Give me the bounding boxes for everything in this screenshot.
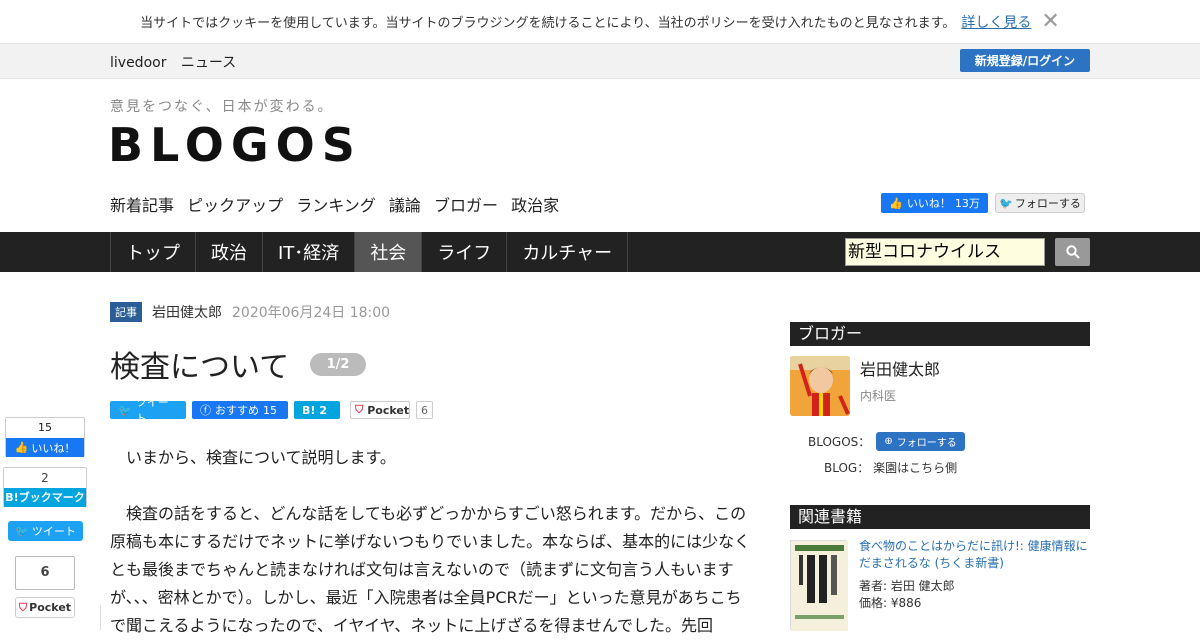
nav-tab-it-economy[interactable]: IT･経済 xyxy=(262,232,354,272)
search-button[interactable] xyxy=(1055,238,1090,266)
thumbs-up-icon: 👍 xyxy=(889,196,903,210)
floating-pocket-count: 6 xyxy=(15,556,75,590)
blogger-job: 内科医 xyxy=(860,389,897,403)
book-cover-image[interactable] xyxy=(790,540,848,631)
twitter-follow-button[interactable]: 🐦 フォローする xyxy=(995,193,1085,213)
cookie-details-link[interactable]: 詳しく見る xyxy=(961,12,1031,32)
top-bar: livedoor ニュース 新規登録/ログイン xyxy=(0,43,1200,79)
nav-tab-top[interactable]: トップ xyxy=(110,232,195,272)
hatena-count: 2 xyxy=(319,403,328,417)
blogger-portrait-icon xyxy=(790,356,850,416)
blogos-follow-row: BLOGOS： ⊕ フォローする xyxy=(808,432,965,451)
tw-follow-label: フォローする xyxy=(1014,197,1081,210)
blog-label: BLOG： xyxy=(824,461,870,475)
blog-name-link[interactable]: 楽園はこちら側 xyxy=(873,461,957,475)
article-body: いまから、検査について説明します。 検査の話をすると、どんな話をしても必ずどっか… xyxy=(110,444,755,640)
blogger-name[interactable]: 岩田健太郎 xyxy=(860,356,940,380)
facebook-recommend-button[interactable]: ⓕ おすすめ 15 xyxy=(192,401,288,419)
tweet-button[interactable]: 🐦 ツイート xyxy=(110,396,186,425)
fb-recommend-count: 15 xyxy=(263,403,277,417)
livedoor-link[interactable]: livedoor xyxy=(110,55,166,71)
article-paragraph: 検査の話をすると、どんな話をしても必ずどっかからすごい怒られます。だから、この原… xyxy=(110,504,751,635)
nav-tab-life[interactable]: ライフ xyxy=(421,232,506,272)
tweet-label: ツイート xyxy=(135,396,169,425)
fb-like-label: いいね！ xyxy=(906,197,951,210)
news-link[interactable]: ニュース xyxy=(181,55,236,71)
floating-tweet-button[interactable]: 🐦 ツイート xyxy=(8,521,83,541)
search-icon xyxy=(1065,245,1080,259)
book-title-link[interactable]: 食べ物のことはからだに訊け!: 健康情報にだまされるな (ちくま新書) xyxy=(859,538,1089,572)
site-tagline: 意見をつなぐ、日本が変わる。 xyxy=(110,99,334,115)
blogos-label: BLOGOS： xyxy=(808,435,871,449)
blogger-avatar[interactable] xyxy=(790,356,850,416)
book-meta: 著者: 岩田 健太郎 価格: ¥886 xyxy=(859,578,955,612)
follow-label: フォローする xyxy=(896,438,957,449)
facebook-like-button[interactable]: 👍 いいね！ 13万 xyxy=(881,193,988,213)
blog-row: BLOG： 楽園はこちら側 xyxy=(824,459,957,476)
subnav-item-ranking[interactable]: ランキング xyxy=(296,196,376,215)
plus-circle-icon: ⊕ xyxy=(884,436,893,447)
floating-fb-like[interactable]: 15 👍 いいね！ xyxy=(5,417,85,457)
article-author[interactable]: 岩田健太郎 xyxy=(152,302,222,322)
hatena-bookmark-button[interactable]: B! 2 xyxy=(294,401,340,419)
floating-pocket-label: Pocket xyxy=(29,601,72,614)
fb-like-count: 13万 xyxy=(954,197,980,210)
floating-fb-count: 15 xyxy=(38,421,52,434)
twitter-bird-icon: 🐦 xyxy=(15,524,29,538)
article-title: 検査について xyxy=(110,350,290,385)
article-type-badge: 記事 xyxy=(110,302,142,322)
related-books-heading: 関連書籍 xyxy=(790,505,1090,529)
close-icon[interactable]: ✕ xyxy=(1041,10,1059,33)
blogger-heading: ブロガー xyxy=(790,322,1090,346)
book-price: 価格: ¥886 xyxy=(859,596,922,610)
article-paragraph: いまから、検査について説明します。 xyxy=(126,448,396,467)
facebook-icon: ⓕ xyxy=(200,404,211,417)
cookie-banner: 当サイトではクッキーを使用しています。当サイトのブラウジングを続けることにより、… xyxy=(0,0,1200,43)
floating-hatena-label: B!ブックマーク xyxy=(4,488,86,507)
hatena-label: B! xyxy=(302,403,316,417)
site-logo[interactable]: BLOGOS xyxy=(108,118,362,172)
pocket-label: Pocket xyxy=(367,403,410,417)
subnav-item-politician[interactable]: 政治家 xyxy=(511,196,559,215)
pocket-count: 6 xyxy=(416,401,433,419)
floating-fb-label: いいね！ xyxy=(31,441,76,455)
thumbs-up-icon: 👍 xyxy=(14,441,29,454)
nav-tab-culture[interactable]: カルチャー xyxy=(506,232,629,272)
search-input[interactable]: 新型コロナウイルス xyxy=(845,238,1045,266)
floating-hatena-bookmark[interactable]: 2 B!ブックマーク xyxy=(3,467,87,507)
signup-login-button[interactable]: 新規登録/ログイン xyxy=(960,49,1090,72)
cookie-text: 当サイトではクッキーを使用しています。当サイトのブラウジングを続けることにより、… xyxy=(140,16,956,31)
article-meta: 記事 岩田健太郎 2020年06月24日 18:00 xyxy=(110,302,390,322)
share-buttons: 🐦 ツイート ⓕ おすすめ 15 B! 2 ⛉ Pocket 6 xyxy=(110,396,433,425)
twitter-bird-icon: 🐦 xyxy=(118,403,132,417)
page-indicator: 1/2 xyxy=(310,353,366,376)
pocket-icon: ⛉ xyxy=(355,403,364,416)
subnav-item-blogger[interactable]: ブロガー xyxy=(434,196,498,215)
nav-tab-politics[interactable]: 政治 xyxy=(195,232,262,272)
subnav-item-pickup[interactable]: ピックアップ xyxy=(187,196,283,215)
article-date: 2020年06月24日 18:00 xyxy=(232,305,391,321)
blogos-follow-button[interactable]: ⊕ フォローする xyxy=(876,432,965,451)
pocket-icon: ⛉ xyxy=(18,600,28,614)
pocket-button[interactable]: ⛉ Pocket xyxy=(350,401,410,419)
floating-tweet-label: ツイート xyxy=(31,525,76,538)
subnav-item-new[interactable]: 新着記事 xyxy=(110,196,174,215)
sidebar: ブロガー 岩田健太郎 内科医 BLOGOS： ⊕ フォローする BLOG： 楽園… xyxy=(790,322,1090,631)
subnav-item-debate[interactable]: 議論 xyxy=(389,196,421,215)
floating-hatena-count: 2 xyxy=(41,471,49,485)
twitter-bird-icon: 🐦 xyxy=(999,196,1013,210)
left-divider xyxy=(100,605,101,630)
book-cover-art xyxy=(791,541,848,631)
book-author: 著者: 岩田 健太郎 xyxy=(859,579,955,593)
nav-tab-society[interactable]: 社会 xyxy=(354,232,422,272)
sub-navigation: 新着記事 ピックアップ ランキング 議論 ブロガー 政治家 xyxy=(110,192,567,216)
fb-recommend-label: おすすめ xyxy=(215,404,259,417)
floating-pocket-button[interactable]: ⛉ Pocket xyxy=(15,597,75,618)
